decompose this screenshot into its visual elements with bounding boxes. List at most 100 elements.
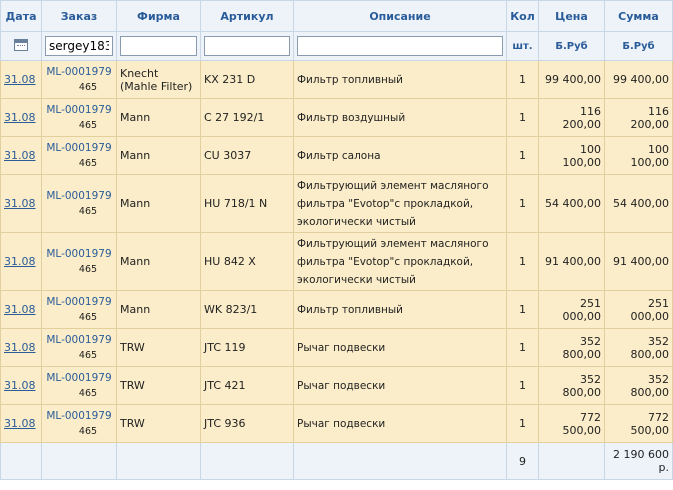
article-cell: JTC 119 xyxy=(200,328,294,367)
order-sub-number: 465 xyxy=(78,311,98,323)
total-sum: 2 190 600 р. xyxy=(604,442,673,480)
description-cell: Фильтрующий элемент масляного фильтра "E… xyxy=(293,174,507,233)
qty-cell: 1 xyxy=(506,366,539,405)
price-cell: 352 800,00 xyxy=(538,366,605,405)
price-cell: 91 400,00 xyxy=(538,232,605,291)
order-number-link[interactable]: ML-0001979 xyxy=(45,409,113,424)
order-number-link[interactable]: ML-0001979 xyxy=(45,189,113,204)
order-sub-number: 465 xyxy=(78,387,98,399)
header-firm[interactable]: Фирма xyxy=(116,0,201,32)
footer-empty xyxy=(41,442,117,480)
order-filter-cell xyxy=(41,31,117,61)
order-number-link[interactable]: ML-0001979 xyxy=(45,65,113,80)
price-cell: 116 200,00 xyxy=(538,98,605,137)
date-cell: 31.08 xyxy=(0,98,42,137)
table-row: 31.08 ML-0001979 465 Knecht (Mahle Filter) K… xyxy=(0,60,673,99)
date-link[interactable]: 31.08 xyxy=(4,303,36,316)
header-order[interactable]: Заказ xyxy=(41,0,117,32)
price-cell: 54 400,00 xyxy=(538,174,605,233)
header-price[interactable]: Цена xyxy=(538,0,605,32)
article-cell: KX 231 D xyxy=(200,60,294,99)
qty-cell: 1 xyxy=(506,60,539,99)
firm-cell: Mann xyxy=(116,290,201,329)
table-row: 31.08 ML-0001979 465 Mann HU 718/1 N Фильтрую… xyxy=(0,174,673,233)
qty-cell: 1 xyxy=(506,328,539,367)
sum-cell: 352 800,00 xyxy=(604,366,673,405)
description-cell: Фильтр салона xyxy=(293,136,507,175)
order-cell: ML-0001979 465 xyxy=(41,174,117,233)
firm-cell: Mann xyxy=(116,136,201,175)
description-cell: Рычаг подвески xyxy=(293,328,507,367)
firm-filter-cell xyxy=(116,31,201,61)
order-number-link[interactable]: ML-0001979 xyxy=(45,333,113,348)
order-number-link[interactable]: ML-0001979 xyxy=(45,141,113,156)
price-cell: 100 100,00 xyxy=(538,136,605,175)
article-filter-input[interactable] xyxy=(204,36,290,56)
table-row: 31.08 ML-0001979 465 Mann C 27 192/1 Фильтр в… xyxy=(0,98,673,137)
order-cell: ML-0001979 465 xyxy=(41,60,117,99)
calendar-icon[interactable] xyxy=(14,38,28,51)
price-unit: Б.Руб xyxy=(538,31,605,61)
header-sum[interactable]: Сумма xyxy=(604,0,673,32)
table-row: 31.08 ML-0001979 465 Mann HU 842 X Фильтрующи… xyxy=(0,232,673,291)
date-filter-cell xyxy=(0,31,42,61)
firm-cell: Knecht (Mahle Filter) xyxy=(116,60,201,99)
order-filter-input[interactable] xyxy=(45,36,113,56)
order-number-link[interactable]: ML-0001979 xyxy=(45,247,113,262)
sum-unit: Б.Руб xyxy=(604,31,673,61)
table-row: 31.08 ML-0001979 465 TRW JTC 421 Рычаг подвес… xyxy=(0,366,673,405)
firm-cell: Mann xyxy=(116,174,201,233)
description-filter-input[interactable] xyxy=(297,36,503,56)
header-description[interactable]: Описание xyxy=(293,0,507,32)
footer-empty xyxy=(116,442,201,480)
table-row: 31.08 ML-0001979 465 Mann CU 3037 Фильтр сало… xyxy=(0,136,673,175)
date-cell: 31.08 xyxy=(0,290,42,329)
qty-cell: 1 xyxy=(506,290,539,329)
date-link[interactable]: 31.08 xyxy=(4,73,36,86)
date-link[interactable]: 31.08 xyxy=(4,111,36,124)
header-date[interactable]: Дата xyxy=(0,0,42,32)
date-cell: 31.08 xyxy=(0,328,42,367)
sum-cell: 91 400,00 xyxy=(604,232,673,291)
header-article[interactable]: Артикул xyxy=(200,0,294,32)
article-cell: C 27 192/1 xyxy=(200,98,294,137)
date-cell: 31.08 xyxy=(0,366,42,405)
article-cell: JTC 936 xyxy=(200,404,294,443)
orders-table: Дата Заказ Фирма Артикул Описание Кол Це… xyxy=(0,0,673,480)
table-row: 31.08 ML-0001979 465 Mann WK 823/1 Фильтр топ… xyxy=(0,290,673,329)
firm-cell: Mann xyxy=(116,232,201,291)
price-cell: 99 400,00 xyxy=(538,60,605,99)
price-cell: 772 500,00 xyxy=(538,404,605,443)
date-link[interactable]: 31.08 xyxy=(4,197,36,210)
article-cell: JTC 421 xyxy=(200,366,294,405)
firm-cell: Mann xyxy=(116,98,201,137)
qty-cell: 1 xyxy=(506,404,539,443)
date-link[interactable]: 31.08 xyxy=(4,341,36,354)
order-cell: ML-0001979 465 xyxy=(41,404,117,443)
order-cell: ML-0001979 465 xyxy=(41,98,117,137)
order-number-link[interactable]: ML-0001979 xyxy=(45,371,113,386)
header-qty[interactable]: Кол xyxy=(506,0,539,32)
order-number-link[interactable]: ML-0001979 xyxy=(45,295,113,310)
date-cell: 31.08 xyxy=(0,404,42,443)
article-cell: HU 718/1 N xyxy=(200,174,294,233)
sum-cell: 251 000,00 xyxy=(604,290,673,329)
date-link[interactable]: 31.08 xyxy=(4,379,36,392)
description-cell: Фильтр воздушный xyxy=(293,98,507,137)
article-cell: CU 3037 xyxy=(200,136,294,175)
firm-cell: TRW xyxy=(116,328,201,367)
date-link[interactable]: 31.08 xyxy=(4,149,36,162)
description-cell: Фильтрующий элемент масляного фильтра "E… xyxy=(293,232,507,291)
order-number-link[interactable]: ML-0001979 xyxy=(45,103,113,118)
order-cell: ML-0001979 465 xyxy=(41,328,117,367)
description-cell: Фильтр топливный xyxy=(293,290,507,329)
qty-cell: 1 xyxy=(506,98,539,137)
qty-cell: 1 xyxy=(506,232,539,291)
order-sub-number: 465 xyxy=(78,349,98,361)
article-filter-cell xyxy=(200,31,294,61)
order-sub-number: 465 xyxy=(78,263,98,275)
firm-filter-input[interactable] xyxy=(120,36,197,56)
date-link[interactable]: 31.08 xyxy=(4,417,36,430)
order-sub-number: 465 xyxy=(78,425,98,437)
date-link[interactable]: 31.08 xyxy=(4,255,36,268)
